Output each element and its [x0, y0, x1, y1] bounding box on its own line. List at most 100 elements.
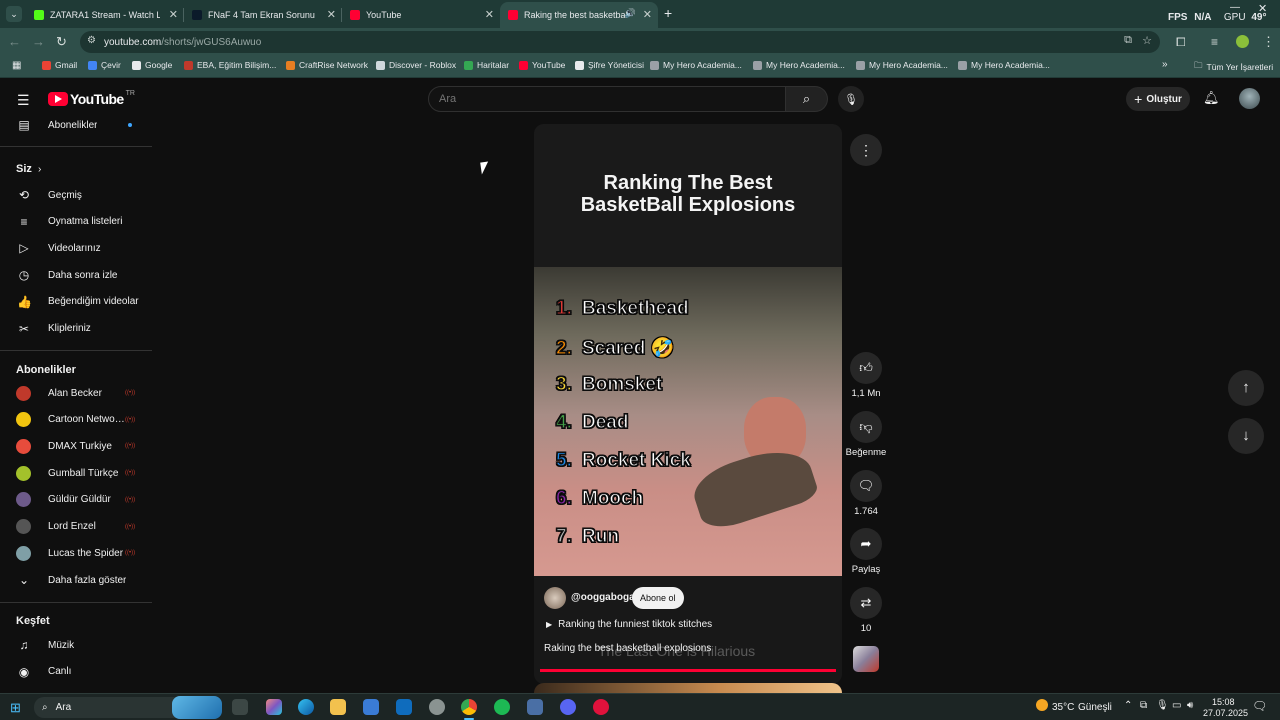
sidebar-item-channel[interactable]: Güldür Güldür ((•)): [0, 487, 152, 513]
browser-menu-icon[interactable]: ⋮: [1262, 34, 1275, 50]
reload-icon[interactable]: ↻: [56, 34, 67, 50]
search-box[interactable]: [428, 86, 786, 112]
next-short-button[interactable]: ↓: [1228, 418, 1264, 454]
volume-icon[interactable]: 🔊︎: [1187, 700, 1193, 711]
sidebar-item[interactable]: ♫ Müzik: [0, 632, 152, 658]
sidebar-item[interactable]: ◷ Daha sonra izle: [0, 262, 152, 288]
tab-close-icon[interactable]: ✕: [327, 8, 336, 21]
file-explorer-icon[interactable]: [330, 699, 346, 715]
progress-track[interactable]: [540, 669, 836, 672]
edge-icon[interactable]: [298, 699, 314, 715]
notifications-icon[interactable]: 🗨︎: [1252, 699, 1267, 713]
bookmark-item[interactable]: Google: [132, 60, 172, 70]
sidebar-item[interactable]: ▷ Videolarınız: [0, 235, 152, 261]
sidebar-item[interactable]: ≡ Oynatma listeleri: [0, 209, 152, 235]
search-input[interactable]: [439, 92, 769, 106]
media-control-icon[interactable]: ≡: [1211, 34, 1218, 50]
hamburger-menu-icon[interactable]: ☰: [17, 92, 30, 109]
notifications-bell-icon[interactable]: 🔔︎: [1203, 90, 1220, 106]
sidebar-item-channel[interactable]: Lord Enzel ((•)): [0, 514, 152, 540]
browser-tab[interactable]: ZATARA1 Stream - Watch Live o ✕: [26, 2, 184, 28]
voice-search-button[interactable]: 🎙: [838, 86, 864, 112]
dislike-button[interactable]: 👎︎: [850, 411, 882, 443]
more-bookmarks-icon[interactable]: »: [1162, 59, 1168, 70]
install-app-icon[interactable]: ⧉: [1124, 34, 1132, 47]
extensions-icon[interactable]: ⧠: [1176, 34, 1186, 50]
back-arrow-icon[interactable]: ←: [8, 34, 21, 50]
windows-start-icon[interactable]: ⊞: [10, 700, 21, 716]
sidebar-item[interactable]: ◉ Canlı: [0, 659, 152, 685]
bookmark-item[interactable]: My Hero Academia...: [958, 60, 1050, 70]
sidebar-item-channel[interactable]: Gumball Türkçe ((•)): [0, 460, 152, 486]
clock-time[interactable]: 15:08: [1212, 697, 1235, 707]
apps-grid-icon[interactable]: ▦: [12, 60, 21, 71]
like-button[interactable]: 👍︎: [850, 352, 882, 384]
discord-icon[interactable]: [560, 699, 576, 715]
bookmark-item[interactable]: Haritalar: [464, 60, 509, 70]
sidebar-item-channel[interactable]: Lucas the Spider ((•)): [0, 540, 152, 566]
task-view-icon[interactable]: [232, 699, 248, 715]
sidebar-item-subscriptions[interactable]: ▤ Abonelikler: [0, 112, 152, 138]
playlist-link[interactable]: ▶ Ranking the funniest tiktok stitches: [546, 619, 712, 630]
weather-description[interactable]: Güneşli: [1078, 702, 1112, 713]
address-bar[interactable]: ⚙ youtube.com/shorts/jwGUS6Auwuo ⧉ ☆: [80, 31, 1160, 53]
create-button[interactable]: + Oluştur: [1126, 87, 1190, 111]
browser-tab[interactable]: FNaF 4 Tam Ekran Sorunu ✕: [184, 2, 342, 28]
clock-date[interactable]: 27.07.2025: [1203, 708, 1248, 718]
microphone-tray-icon[interactable]: 🎙: [1156, 700, 1169, 711]
tray-app-icon[interactable]: ⧉: [1140, 700, 1147, 711]
sidebar-item-channel[interactable]: Cartoon Network... ((•)): [0, 407, 152, 433]
bookmark-item[interactable]: My Hero Academia...: [650, 60, 742, 70]
search-button[interactable]: ⌕: [786, 86, 828, 112]
spotify-icon[interactable]: [494, 699, 510, 715]
tab-close-icon[interactable]: ✕: [643, 8, 652, 21]
bookmark-item[interactable]: Şifre Yöneticisi: [575, 60, 644, 70]
window-minimize-icon[interactable]: —: [1230, 2, 1240, 13]
channel-avatar[interactable]: [544, 587, 566, 609]
sidebar-item[interactable]: ✂ Klipleriniz: [0, 316, 152, 342]
all-bookmarks-folder[interactable]: 🗀 Tüm Yer İşaretleri: [1194, 60, 1273, 74]
remix-button[interactable]: ⇄: [850, 587, 882, 619]
window-close-icon[interactable]: ✕: [1258, 2, 1267, 15]
sidebar-item-channel[interactable]: Alan Becker ((•)): [0, 380, 152, 406]
sidebar-item[interactable]: ⟲ Geçmiş: [0, 182, 152, 208]
bookmark-item[interactable]: My Hero Academia...: [856, 60, 948, 70]
previous-short-button[interactable]: ↑: [1228, 370, 1264, 406]
account-avatar[interactable]: [1239, 88, 1260, 109]
bookmark-star-icon[interactable]: ☆: [1142, 34, 1152, 47]
bookmark-item[interactable]: Çevir: [88, 60, 121, 70]
copilot-icon[interactable]: [266, 699, 282, 715]
network-icon[interactable]: ▭: [1172, 700, 1181, 711]
bookmark-item[interactable]: EBA, Eğitim Bilişim...: [184, 60, 276, 70]
bookmark-item[interactable]: CraftRise Network: [286, 60, 368, 70]
audio-playing-icon[interactable]: 🔊: [625, 8, 636, 19]
opera-gx-icon[interactable]: [593, 699, 609, 715]
forward-arrow-icon[interactable]: →: [32, 34, 45, 50]
browser-tab-active[interactable]: Raking the best basketball e 🔊 ✕: [500, 2, 658, 28]
youtube-logo[interactable]: YouTube TR: [48, 90, 135, 107]
tab-close-icon[interactable]: ✕: [169, 8, 178, 21]
show-hidden-icons-icon[interactable]: ⌃: [1124, 700, 1132, 711]
browser-tab[interactable]: YouTube ✕: [342, 2, 500, 28]
chrome-icon[interactable]: [461, 699, 477, 715]
sidebar-item-channel[interactable]: DMAX Turkiye ((•)): [0, 433, 152, 459]
app-icon[interactable]: [527, 699, 543, 715]
sound-thumbnail[interactable]: [853, 646, 879, 672]
site-info-icon[interactable]: ⚙: [87, 35, 96, 46]
bookmark-item[interactable]: Gmail: [42, 60, 77, 70]
next-short-preview[interactable]: [534, 683, 842, 693]
subscribe-button[interactable]: Abone ol: [632, 587, 684, 609]
channel-name[interactable]: @ooggaboga: [571, 592, 635, 603]
bookmark-item[interactable]: My Hero Academia...: [753, 60, 845, 70]
new-tab-button[interactable]: +: [664, 5, 672, 21]
more-options-button[interactable]: ⋮: [850, 134, 882, 166]
comments-button[interactable]: 🗨︎: [850, 470, 882, 502]
show-more-button[interactable]: ⌄ Daha fazla göster: [0, 567, 152, 593]
microsoft-store-icon[interactable]: [363, 699, 379, 715]
tab-close-icon[interactable]: ✕: [485, 8, 494, 21]
sidebar-item[interactable]: 👍 Beğendiğim videolar: [0, 289, 152, 315]
share-button[interactable]: ➦: [850, 528, 882, 560]
tab-search-button[interactable]: ⌄: [6, 6, 22, 22]
bookmark-item[interactable]: Discover - Roblox: [376, 60, 456, 70]
outlook-icon[interactable]: [396, 699, 412, 715]
